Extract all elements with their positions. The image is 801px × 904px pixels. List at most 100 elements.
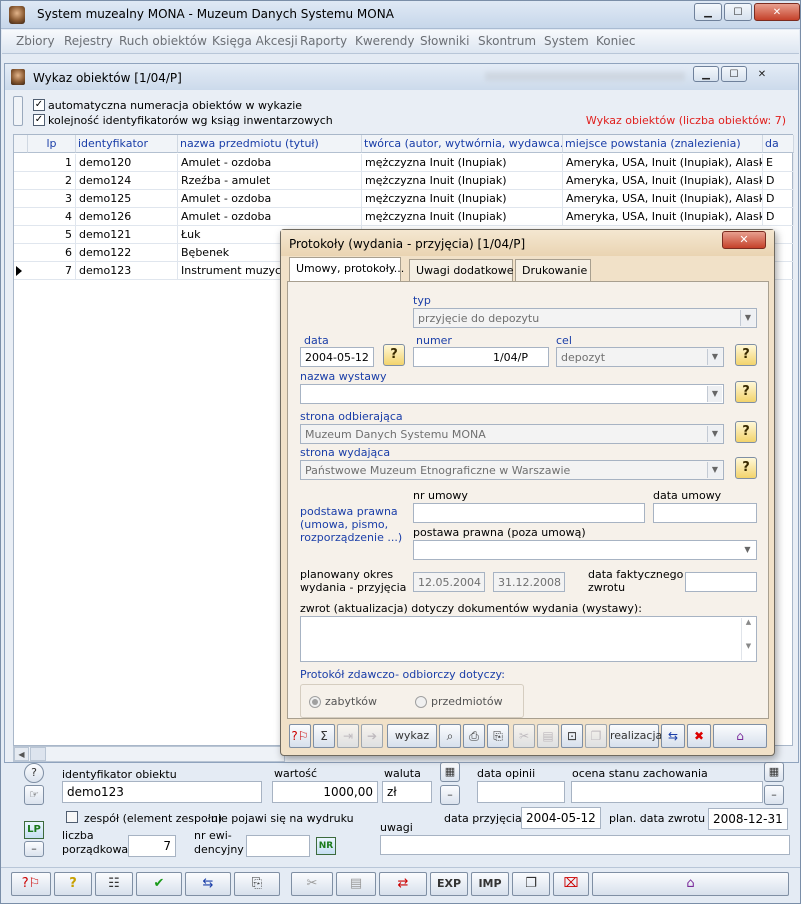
forward-button[interactable]: ➔ [361, 724, 383, 748]
legal-basis-other-select[interactable]: ▼ [413, 540, 757, 560]
exhibition-select[interactable]: ▼ [300, 384, 724, 404]
objects-radio[interactable] [415, 696, 427, 708]
column-header[interactable]: lp [28, 135, 76, 153]
calendar-icon[interactable]: ▦ [440, 762, 460, 782]
list-button[interactable]: wykaz [387, 724, 437, 748]
list-scrollbar[interactable]: ▲ ▼ [741, 618, 755, 660]
ordinal-field[interactable]: 7 [128, 835, 176, 857]
table-row[interactable]: 3 demo125 Amulet - ozdoba mężczyzna Inui… [14, 190, 794, 208]
opinion-date-field[interactable] [477, 781, 565, 803]
record-number-field[interactable] [246, 835, 310, 857]
export-button[interactable]: EXP [430, 872, 468, 896]
help-runner-button[interactable]: ?⚐ [11, 872, 51, 896]
help-button[interactable]: ? [54, 872, 92, 896]
paste-button[interactable]: ▤ [336, 872, 376, 896]
chevron-down-icon[interactable]: ▼ [707, 426, 722, 442]
menu-system[interactable]: System [544, 34, 589, 48]
exit-door-icon[interactable]: ⌂ [713, 724, 767, 748]
menu-rejestry[interactable]: Rejestry [64, 34, 113, 48]
table-row[interactable]: 2 demo124 Rzeźba - amulet mężczyzna Inui… [14, 172, 794, 190]
chevron-down-icon[interactable]: ▼ [740, 310, 755, 326]
move-button[interactable]: ⇄ [379, 872, 427, 896]
date-help-button[interactable]: ? [383, 344, 405, 366]
child-maximize-button[interactable]: ☐ [721, 66, 747, 82]
move-icon[interactable]: ⇆ [661, 724, 685, 748]
chevron-down-icon[interactable]: ▼ [707, 349, 722, 365]
column-header[interactable]: da [763, 135, 794, 153]
minus-icon[interactable]: – [24, 841, 44, 857]
edit-list-button[interactable]: ☷ [95, 872, 133, 896]
print-icon[interactable]: ⎙ [463, 724, 485, 748]
menu-zbiory[interactable]: Zbiory [16, 34, 55, 48]
contract-no-field[interactable] [413, 503, 645, 523]
zoom-icon[interactable]: ⌕ [439, 724, 461, 748]
dialog-close-button[interactable]: ✕ [722, 231, 766, 249]
issuing-select[interactable]: Państwowe Muzeum Etnograficzne w Warszaw… [300, 460, 724, 480]
lp-button[interactable]: LP [24, 821, 44, 839]
tab-additional-notes[interactable]: Uwagi dodatkowe [409, 259, 514, 281]
purpose-select[interactable]: depozyt ▼ [556, 347, 724, 367]
receiving-help-button[interactable]: ? [735, 421, 757, 443]
documents-button[interactable]: ❐ [512, 872, 550, 896]
set-checkbox[interactable] [66, 811, 78, 823]
currency-field[interactable]: zł [382, 781, 432, 803]
return-docs-list[interactable]: ▲ ▼ [300, 616, 757, 662]
options-handle[interactable] [13, 96, 23, 126]
help-circle-icon[interactable]: ? [24, 763, 44, 783]
execution-button[interactable]: realizacja [609, 724, 662, 748]
exhibition-help-button[interactable]: ? [735, 381, 757, 403]
menu-raporty[interactable]: Raporty [300, 34, 347, 48]
import-button[interactable]: IMP [471, 872, 509, 896]
order-checkbox[interactable]: ✓ [33, 114, 45, 126]
return-plan-field[interactable]: 2008-12-31 [708, 808, 788, 830]
documents-icon[interactable]: ❐ [585, 724, 607, 748]
cut-button[interactable]: ✂ [291, 872, 333, 896]
items-radio[interactable] [309, 696, 321, 708]
menu-kwerendy[interactable]: Kwerendy [355, 34, 414, 48]
paste-icon[interactable]: ▤ [537, 724, 559, 748]
period-to-field[interactable]: 31.12.2008 [493, 572, 565, 592]
chevron-down-icon[interactable]: ▼ [707, 386, 722, 402]
minimize-button[interactable]: ▁ [694, 3, 722, 21]
child-minimize-button[interactable]: ▁ [693, 66, 719, 82]
accept-date-field[interactable]: 2004-05-12 [521, 807, 601, 829]
purpose-help-button[interactable]: ? [735, 344, 757, 366]
column-header[interactable]: nazwa przedmiotu (tytuł) [178, 135, 362, 153]
chevron-down-icon[interactable]: ▼ [707, 462, 722, 478]
exit-door-icon[interactable]: ⌂ [592, 872, 789, 896]
lock-icon[interactable]: ⊡ [561, 724, 583, 748]
condition-field[interactable] [571, 781, 763, 803]
column-header[interactable]: twórca (autor, wytwórnia, wydawca...) [362, 135, 563, 153]
help-runner-button[interactable]: ?⚐ [289, 724, 311, 748]
sum-button[interactable]: Σ [313, 724, 335, 748]
child-close-button[interactable]: ✕ [749, 66, 775, 82]
cut-icon[interactable]: ✂ [513, 724, 535, 748]
menu-koniec[interactable]: Koniec [596, 34, 636, 48]
delete-docs-button[interactable]: ⌧ [553, 872, 589, 896]
menu-ksiega-akcesji[interactable]: Księga Akcesji [212, 34, 298, 48]
column-header[interactable]: miejsce powstania (znalezienia) [563, 135, 763, 153]
value-field[interactable]: 1000,00 [272, 781, 378, 803]
table-row[interactable]: 4 demo126 Amulet - ozdoba mężczyzna Inui… [14, 208, 794, 226]
contract-date-field[interactable] [653, 503, 757, 523]
tab-printing[interactable]: Drukowanie [515, 259, 591, 281]
insert-button[interactable]: ⇥ [337, 724, 359, 748]
receiving-select[interactable]: Muzeum Danych Systemu MONA ▼ [300, 424, 724, 444]
minus-icon[interactable]: – [764, 785, 784, 805]
nr-button[interactable]: NR [316, 837, 336, 855]
date-field[interactable]: 2004-05-12 [300, 347, 374, 367]
copy-icon[interactable]: ⎘ [487, 724, 509, 748]
chevron-down-icon[interactable]: ▼ [740, 542, 755, 558]
notes-field[interactable] [380, 835, 790, 855]
close-button[interactable]: ✕ [754, 3, 800, 21]
maximize-button[interactable]: ☐ [724, 3, 752, 21]
menu-slowniki[interactable]: Słowniki [420, 34, 469, 48]
column-header[interactable]: identyfikator [76, 135, 178, 153]
add-item-button[interactable]: ⇆ [185, 872, 231, 896]
minus-icon[interactable]: – [440, 785, 460, 805]
delete-icon[interactable]: ✖ [687, 724, 711, 748]
tab-agreements[interactable]: Umowy, protokoły... [289, 257, 404, 282]
auto-numbering-checkbox[interactable]: ✓ [33, 99, 45, 111]
actual-return-field[interactable] [685, 572, 757, 592]
issuing-help-button[interactable]: ? [735, 457, 757, 479]
